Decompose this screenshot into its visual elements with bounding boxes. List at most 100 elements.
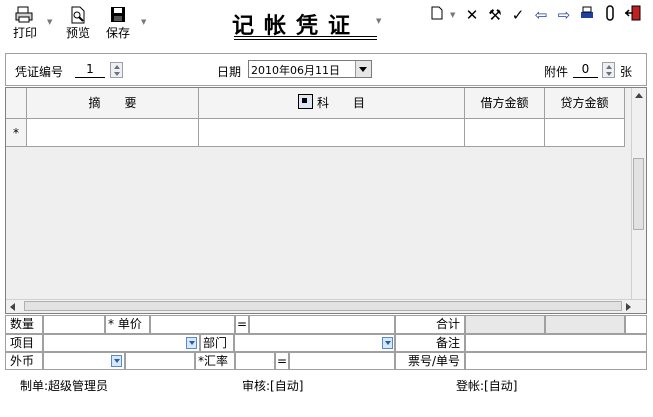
column-header-debit-label: 借方金额 (480, 96, 529, 110)
ticket-number-input[interactable] (465, 352, 647, 370)
quantity-label-cell: 数量 (5, 315, 43, 334)
printer-icon (8, 6, 42, 24)
title-dropdown-arrow[interactable]: ▼ (376, 17, 381, 25)
department-select[interactable] (234, 334, 395, 352)
scroll-left-icon[interactable] (10, 303, 15, 311)
account-lookup-icon[interactable] (297, 94, 313, 109)
total-label: 合计 (435, 317, 460, 331)
project-label-cell: 项目 (5, 334, 43, 352)
cell-credit[interactable] (545, 119, 625, 147)
remark-label: 备注 (435, 336, 460, 350)
grid-corner (6, 88, 27, 119)
unit-price-label-cell: * 单价 (105, 315, 150, 334)
print-button[interactable]: 打印 (8, 6, 42, 41)
attachments-field[interactable]: 0 (573, 62, 598, 78)
department-dropdown-icon[interactable] (382, 337, 393, 349)
remark-input[interactable] (465, 334, 647, 352)
title-underline-double (234, 39, 377, 40)
exchange-rate-label-cell: *汇率 (195, 352, 235, 370)
date-dropdown-button[interactable] (355, 61, 371, 77)
column-header-debit[interactable]: 借方金额 (465, 88, 545, 119)
exit-door-icon[interactable] (624, 5, 642, 25)
save-dropdown-arrow[interactable]: ▼ (141, 18, 146, 26)
project-label: 项目 (10, 336, 35, 350)
column-header-credit-label: 贷方金额 (560, 96, 609, 110)
voucher-entry-grid[interactable]: 摘 要 科 目 借方金额 贷方金额 * (5, 87, 647, 314)
remark-label-cell: 备注 (395, 334, 465, 352)
next-arrow-icon[interactable]: ⇨ (555, 5, 573, 25)
attachments-spinner[interactable] (602, 62, 615, 78)
cell-debit[interactable] (465, 119, 545, 147)
quantity-label: 数量 (10, 317, 35, 331)
project-select[interactable] (43, 334, 200, 352)
reviewer-info: 审核:[自动] (242, 379, 304, 393)
project-dropdown-icon[interactable] (186, 337, 197, 349)
scroll-right-icon[interactable] (626, 303, 631, 311)
print-dropdown-arrow[interactable]: ▼ (47, 18, 52, 26)
foreign-amount-input[interactable] (125, 352, 195, 370)
floppy-disk-icon (103, 6, 133, 24)
exchange-rate-input[interactable] (235, 352, 275, 370)
new-row-asterisk: * (13, 126, 19, 140)
date-value: 2010年06月11日 (251, 64, 340, 77)
unit-price-label: * 单价 (108, 317, 142, 331)
attachments-label: 附件 (544, 65, 569, 79)
horizontal-scrollbar[interactable] (6, 299, 646, 313)
exchange-rate-label: *汇率 (198, 354, 229, 368)
cell-account[interactable] (199, 119, 465, 147)
voucher-number-value: 1 (86, 62, 94, 76)
amount-result-field (249, 315, 395, 334)
vertical-scroll-thumb[interactable] (633, 158, 644, 230)
title-underline (234, 36, 377, 37)
equals-cell-2: = (275, 352, 289, 370)
maker-info: 制单:超级管理员 (20, 379, 109, 393)
total-extra-cell (625, 315, 647, 334)
foreign-currency-label-cell: 外币 (5, 352, 43, 370)
column-header-summary[interactable]: 摘 要 (27, 88, 199, 119)
total-credit-field (545, 315, 625, 334)
date-label: 日期 (217, 65, 242, 79)
voucher-number-spinner[interactable] (110, 62, 123, 78)
tools-icon[interactable]: ⚒ (486, 5, 504, 25)
save-label: 保存 (105, 26, 130, 40)
cell-summary[interactable] (27, 119, 199, 147)
preview-icon (63, 6, 93, 24)
voucher-number-label: 凭证编号 (15, 65, 64, 79)
equals-cell-1: = (235, 315, 249, 334)
attachment-clip-icon[interactable] (601, 5, 619, 25)
scroll-up-icon[interactable] (635, 93, 643, 98)
new-dropdown-arrow[interactable]: ▼ (450, 11, 455, 19)
column-header-account-label: 科 目 (316, 96, 365, 110)
attachments-value: 0 (581, 62, 590, 76)
delete-icon[interactable]: ✕ (463, 5, 481, 25)
chevron-down-icon (359, 67, 367, 72)
department-label-cell: 部门 (200, 334, 234, 352)
preview-button[interactable]: 预览 (63, 6, 93, 41)
ticket-label: 票号/单号 (407, 354, 460, 368)
checkmark-icon[interactable]: ✓ (509, 5, 527, 25)
vertical-scrollbar[interactable] (631, 88, 646, 300)
foreign-currency-label: 外币 (10, 354, 35, 368)
foreign-currency-select[interactable] (43, 352, 125, 370)
previous-arrow-icon[interactable]: ⇦ (532, 5, 550, 25)
voucher-number-field[interactable]: 1 (75, 62, 105, 78)
unit-price-input[interactable] (150, 315, 235, 334)
column-header-account[interactable]: 科 目 (199, 88, 465, 119)
foreign-currency-dropdown-icon[interactable] (111, 355, 122, 367)
total-debit-field (465, 315, 545, 334)
quantity-input[interactable] (43, 315, 105, 334)
date-select[interactable]: 2010年06月11日 (248, 60, 372, 78)
column-header-credit[interactable]: 贷方金额 (545, 88, 625, 119)
equals-sign: = (236, 317, 248, 331)
print-label: 打印 (12, 26, 37, 40)
preview-label: 预览 (65, 26, 90, 40)
new-document-icon[interactable] (428, 5, 446, 25)
print-stamp-icon[interactable] (578, 5, 596, 25)
department-label: 部门 (203, 336, 228, 350)
save-button[interactable]: 保存 (103, 6, 133, 41)
total-label-cell: 合计 (395, 315, 465, 334)
converted-amount-field (289, 352, 395, 370)
poster-info: 登帐:[自动] (456, 379, 518, 393)
attachments-unit: 张 (620, 65, 633, 79)
horizontal-scroll-thumb[interactable] (24, 301, 622, 311)
